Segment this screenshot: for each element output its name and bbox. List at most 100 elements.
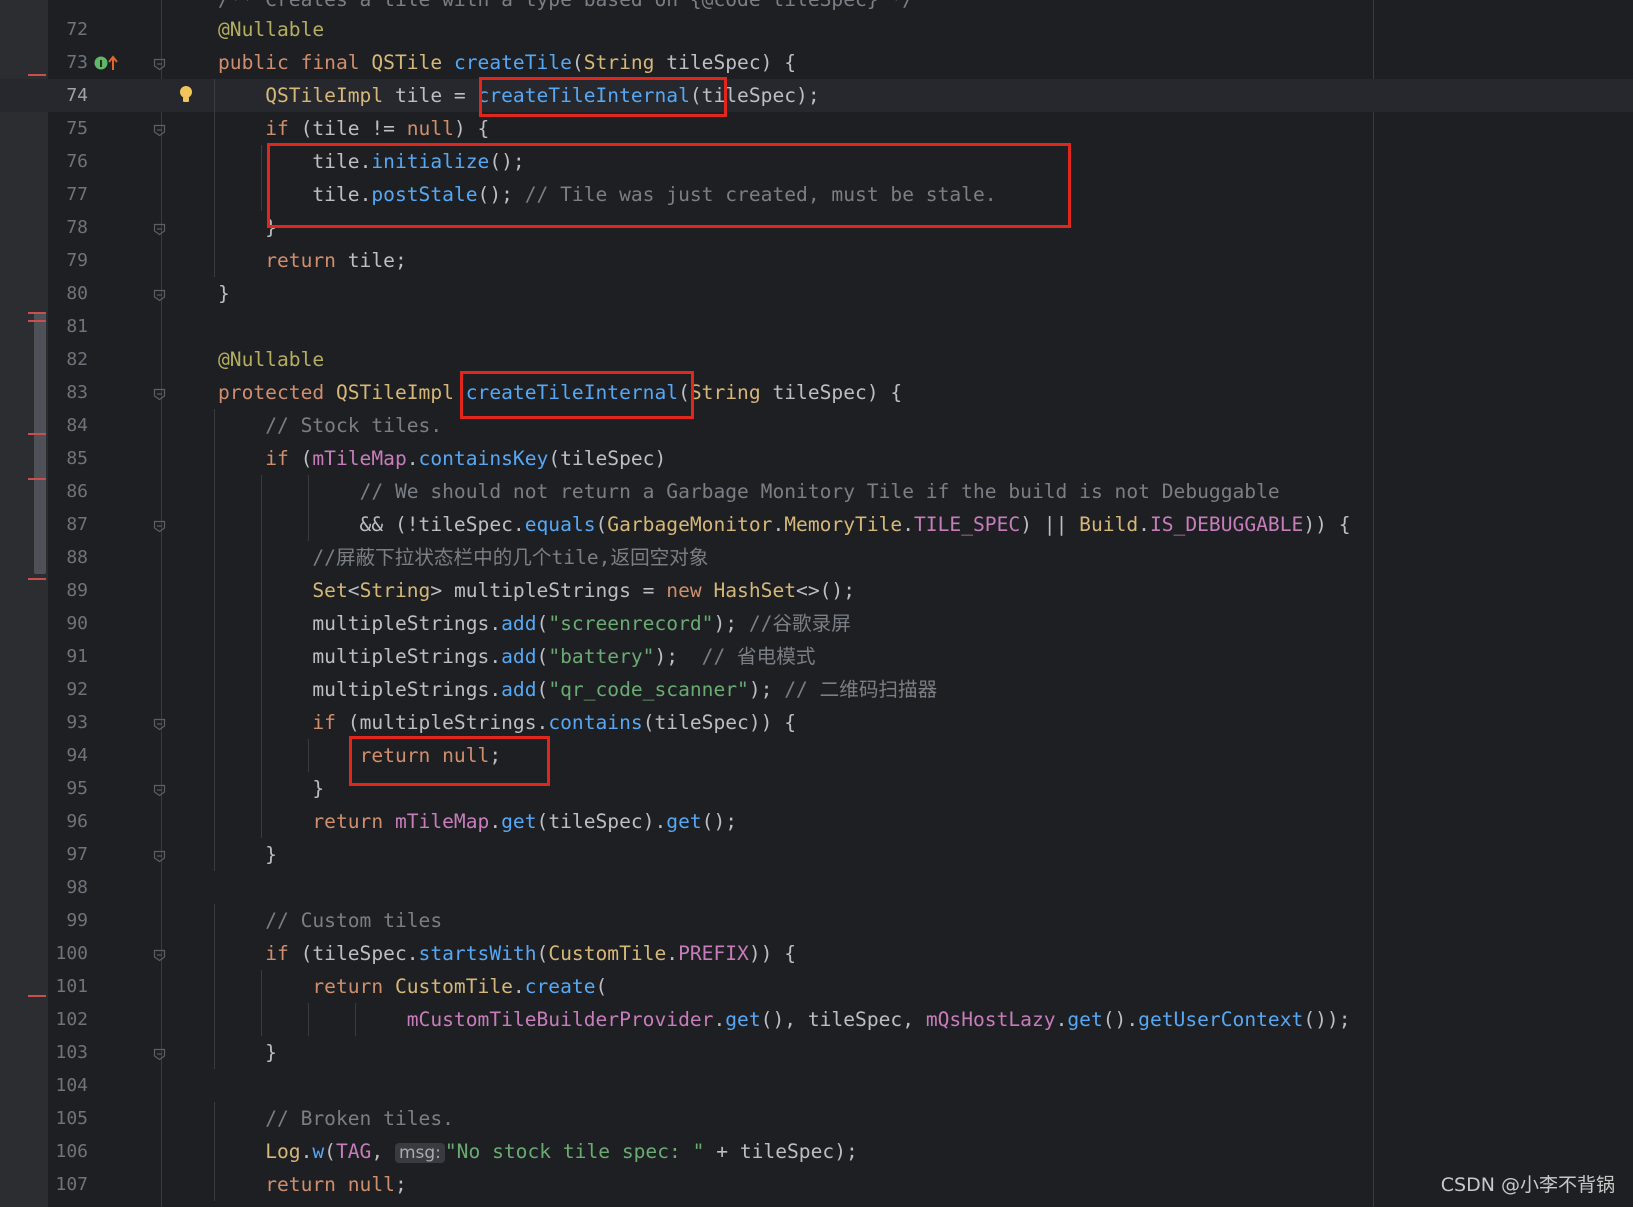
code-text: Set<String> multipleStrings = new HashSe… bbox=[312, 579, 856, 602]
indent-guide bbox=[214, 1135, 215, 1168]
code-editor[interactable]: /** Creates a tile with a type based on … bbox=[0, 0, 1633, 1207]
change-marker bbox=[28, 478, 46, 480]
code-line-99[interactable]: 99 // Custom tiles bbox=[0, 904, 1633, 937]
code-line-93[interactable]: 93 if (multipleStrings.contains(tileSpec… bbox=[0, 706, 1633, 739]
code-line-83[interactable]: 83 protected QSTileImpl createTileInterna… bbox=[0, 376, 1633, 409]
indent-guide bbox=[214, 1003, 215, 1036]
code-fold-marker-icon[interactable] bbox=[153, 221, 166, 236]
code-text: } bbox=[218, 843, 277, 866]
indent-guide bbox=[261, 541, 262, 574]
code-line-106[interactable]: 106 Log.w(TAG, msg: "No stock tile spec: … bbox=[0, 1135, 1633, 1168]
code-line-97[interactable]: 97 } bbox=[0, 838, 1633, 871]
code-line-96[interactable]: 96 return mTileMap.get(tileSpec).get(); bbox=[0, 805, 1633, 838]
line-number: 90 bbox=[66, 613, 88, 634]
code-fold-marker-icon[interactable] bbox=[153, 122, 166, 137]
code-fold-marker-icon[interactable] bbox=[153, 386, 166, 401]
code-line-88[interactable]: 88 //屏蔽下拉状态栏中的几个tile,返回空对象 bbox=[0, 541, 1633, 574]
line-number: 72 bbox=[66, 19, 88, 40]
indent-guide bbox=[214, 739, 215, 772]
line-number: 88 bbox=[66, 547, 88, 568]
code-fold-marker-icon[interactable] bbox=[153, 1046, 166, 1061]
code-text: return null; bbox=[265, 1173, 407, 1196]
change-marker bbox=[28, 74, 46, 76]
code-line-75[interactable]: 75 if (tile != null) { bbox=[0, 112, 1633, 145]
code-text: if (tile != null) { bbox=[265, 117, 490, 140]
line-number: 80 bbox=[66, 283, 88, 304]
watermark: CSDN @小李不背锅 bbox=[1440, 1174, 1615, 1196]
indent-guide bbox=[214, 244, 215, 277]
indent-guide bbox=[214, 574, 215, 607]
code-line-74[interactable]: 74 QSTileImpl tile = createTileInternal(… bbox=[0, 79, 1633, 112]
code-line-73[interactable]: 73 Ipublic final QSTile createTile(String… bbox=[0, 46, 1633, 79]
code-text: // We should not return a Garbage Monito… bbox=[359, 480, 1280, 503]
code-line-102[interactable]: 102 mCustomTileBuilderProvider.get(), ti… bbox=[0, 1003, 1633, 1036]
code-text: return tile; bbox=[265, 249, 407, 272]
code-line-104[interactable]: 104 bbox=[0, 1069, 1633, 1102]
line-number: 91 bbox=[66, 646, 88, 667]
code-line-84[interactable]: 84 // Stock tiles. bbox=[0, 409, 1633, 442]
code-text: public final QSTile createTile(String ti… bbox=[218, 51, 797, 74]
code-line-86[interactable]: 86 // We should not return a Garbage Mon… bbox=[0, 475, 1633, 508]
code-line-79[interactable]: 79 return tile; bbox=[0, 244, 1633, 277]
line-number: 92 bbox=[66, 679, 88, 700]
line-number: 86 bbox=[66, 481, 88, 502]
indent-guide bbox=[214, 607, 215, 640]
lightbulb-intention-icon[interactable] bbox=[179, 85, 193, 109]
indent-guide bbox=[214, 838, 215, 871]
line-number: 83 bbox=[66, 382, 88, 403]
code-fold-marker-icon[interactable] bbox=[153, 56, 166, 71]
change-marker bbox=[28, 320, 46, 322]
code-text: @Nullable bbox=[218, 18, 325, 41]
indent-guide bbox=[214, 640, 215, 673]
line-number: 103 bbox=[55, 1042, 88, 1063]
code-line-101[interactable]: 101 return CustomTile.create( bbox=[0, 970, 1633, 1003]
indent-guide bbox=[214, 970, 215, 1003]
indent-guide bbox=[214, 178, 215, 211]
line-number: 75 bbox=[66, 118, 88, 139]
indent-guide bbox=[261, 574, 262, 607]
code-line-100[interactable]: 100 if (tileSpec.startsWith(CustomTile.P… bbox=[0, 937, 1633, 970]
code-text: // Custom tiles bbox=[265, 909, 443, 932]
code-line-85[interactable]: 85 if (mTileMap.containsKey(tileSpec) bbox=[0, 442, 1633, 475]
indent-guide bbox=[214, 706, 215, 739]
line-number: 98 bbox=[66, 877, 88, 898]
code-line-82[interactable]: 82 @Nullable bbox=[0, 343, 1633, 376]
change-marker bbox=[28, 578, 46, 580]
code-fold-marker-icon[interactable] bbox=[153, 518, 166, 533]
indent-guide bbox=[214, 1102, 215, 1135]
line-number: 107 bbox=[55, 1174, 88, 1195]
code-text: } bbox=[218, 777, 325, 800]
code-line-105[interactable]: 105 // Broken tiles. bbox=[0, 1102, 1633, 1135]
code-line-103[interactable]: 103 } bbox=[0, 1036, 1633, 1069]
code-line-95[interactable]: 95 } bbox=[0, 772, 1633, 805]
line-number: 95 bbox=[66, 778, 88, 799]
code-line-81[interactable]: 81 bbox=[0, 310, 1633, 343]
highlight-box-return-null bbox=[349, 736, 550, 786]
code-line-72[interactable]: 72 @Nullable bbox=[0, 13, 1633, 46]
code-line-80[interactable]: 80} bbox=[0, 277, 1633, 310]
indent-guide bbox=[214, 442, 215, 475]
code-line-90[interactable]: 90 multipleStrings.add("screenrecord"); … bbox=[0, 607, 1633, 640]
code-line-98[interactable]: 98 bbox=[0, 871, 1633, 904]
code-fold-marker-icon[interactable] bbox=[153, 947, 166, 962]
code-line-94[interactable]: 94 return null; bbox=[0, 739, 1633, 772]
indent-guide bbox=[261, 607, 262, 640]
code-line-92[interactable]: 92 multipleStrings.add("qr_code_scanner"… bbox=[0, 673, 1633, 706]
code-fold-marker-icon[interactable] bbox=[153, 848, 166, 863]
line-number: 102 bbox=[55, 1009, 88, 1030]
implementing-method-icon[interactable]: I bbox=[94, 54, 120, 76]
change-marker bbox=[28, 312, 46, 314]
code-line-107[interactable]: 107 return null; bbox=[0, 1168, 1633, 1201]
line-number: 106 bbox=[55, 1141, 88, 1162]
indent-guide bbox=[261, 805, 262, 838]
code-line-87[interactable]: 87 && (!tileSpec.equals(GarbageMonitor.M… bbox=[0, 508, 1633, 541]
code-fold-marker-icon[interactable] bbox=[153, 782, 166, 797]
code-fold-marker-icon[interactable] bbox=[153, 716, 166, 731]
code-line-89[interactable]: 89 Set<String> multipleStrings = new Has… bbox=[0, 574, 1633, 607]
code-fold-marker-icon[interactable] bbox=[153, 287, 166, 302]
code-line-91[interactable]: 91 multipleStrings.add("battery"); // 省电… bbox=[0, 640, 1633, 673]
line-number: 87 bbox=[66, 514, 88, 535]
indent-guide bbox=[214, 772, 215, 805]
change-marker bbox=[28, 433, 46, 435]
highlight-box-init bbox=[267, 143, 1071, 228]
